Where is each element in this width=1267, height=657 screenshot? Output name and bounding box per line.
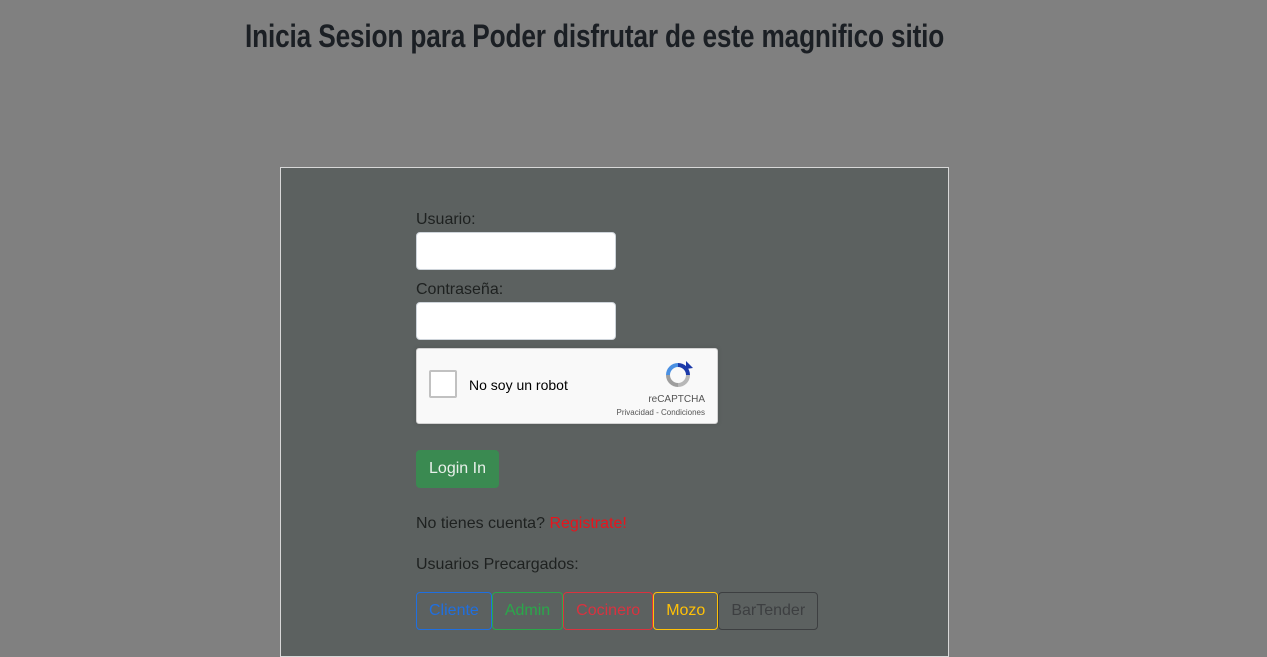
preloaded-user-bartender-button[interactable]: BarTender bbox=[718, 592, 819, 630]
login-button[interactable]: Login In bbox=[416, 450, 499, 488]
password-label: Contraseña: bbox=[416, 281, 504, 298]
username-label: Usuario: bbox=[416, 211, 476, 228]
password-input[interactable] bbox=[416, 302, 616, 340]
recaptcha-widget: No soy un robot reCAPTCHA Privacidad - C… bbox=[416, 348, 718, 424]
recaptcha-label: No soy un robot bbox=[469, 377, 568, 393]
username-input[interactable] bbox=[416, 232, 616, 270]
recaptcha-link-separator: - bbox=[653, 408, 661, 417]
recaptcha-checkbox[interactable] bbox=[429, 370, 457, 398]
page-title: Inicia Sesion para Poder disfrutar de es… bbox=[245, 18, 945, 54]
preloaded-user-cocinero-button[interactable]: Cocinero bbox=[563, 592, 654, 630]
signup-prompt: No tienes cuenta? bbox=[416, 515, 545, 532]
preloaded-user-admin-button[interactable]: Admin bbox=[491, 592, 564, 630]
preloaded-users-buttons: Cliente Admin Cocinero Mozo BarTender bbox=[416, 592, 819, 630]
signup-link[interactable]: Registrate! bbox=[549, 515, 626, 532]
signup-line: No tienes cuenta? Registrate! bbox=[416, 515, 627, 533]
recaptcha-privacy-link[interactable]: Privacidad bbox=[617, 408, 654, 417]
recaptcha-logo-icon bbox=[666, 361, 693, 387]
recaptcha-links: Privacidad - Condiciones bbox=[617, 408, 706, 417]
recaptcha-terms-link[interactable]: Condiciones bbox=[661, 408, 705, 417]
login-panel: Usuario: Contraseña: No soy un robot reC… bbox=[280, 167, 949, 657]
recaptcha-brand: reCAPTCHA bbox=[648, 394, 705, 405]
preloaded-user-cliente-button[interactable]: Cliente bbox=[416, 592, 492, 630]
preloaded-users-label: Usuarios Precargados: bbox=[416, 556, 579, 573]
preloaded-user-mozo-button[interactable]: Mozo bbox=[653, 592, 719, 630]
